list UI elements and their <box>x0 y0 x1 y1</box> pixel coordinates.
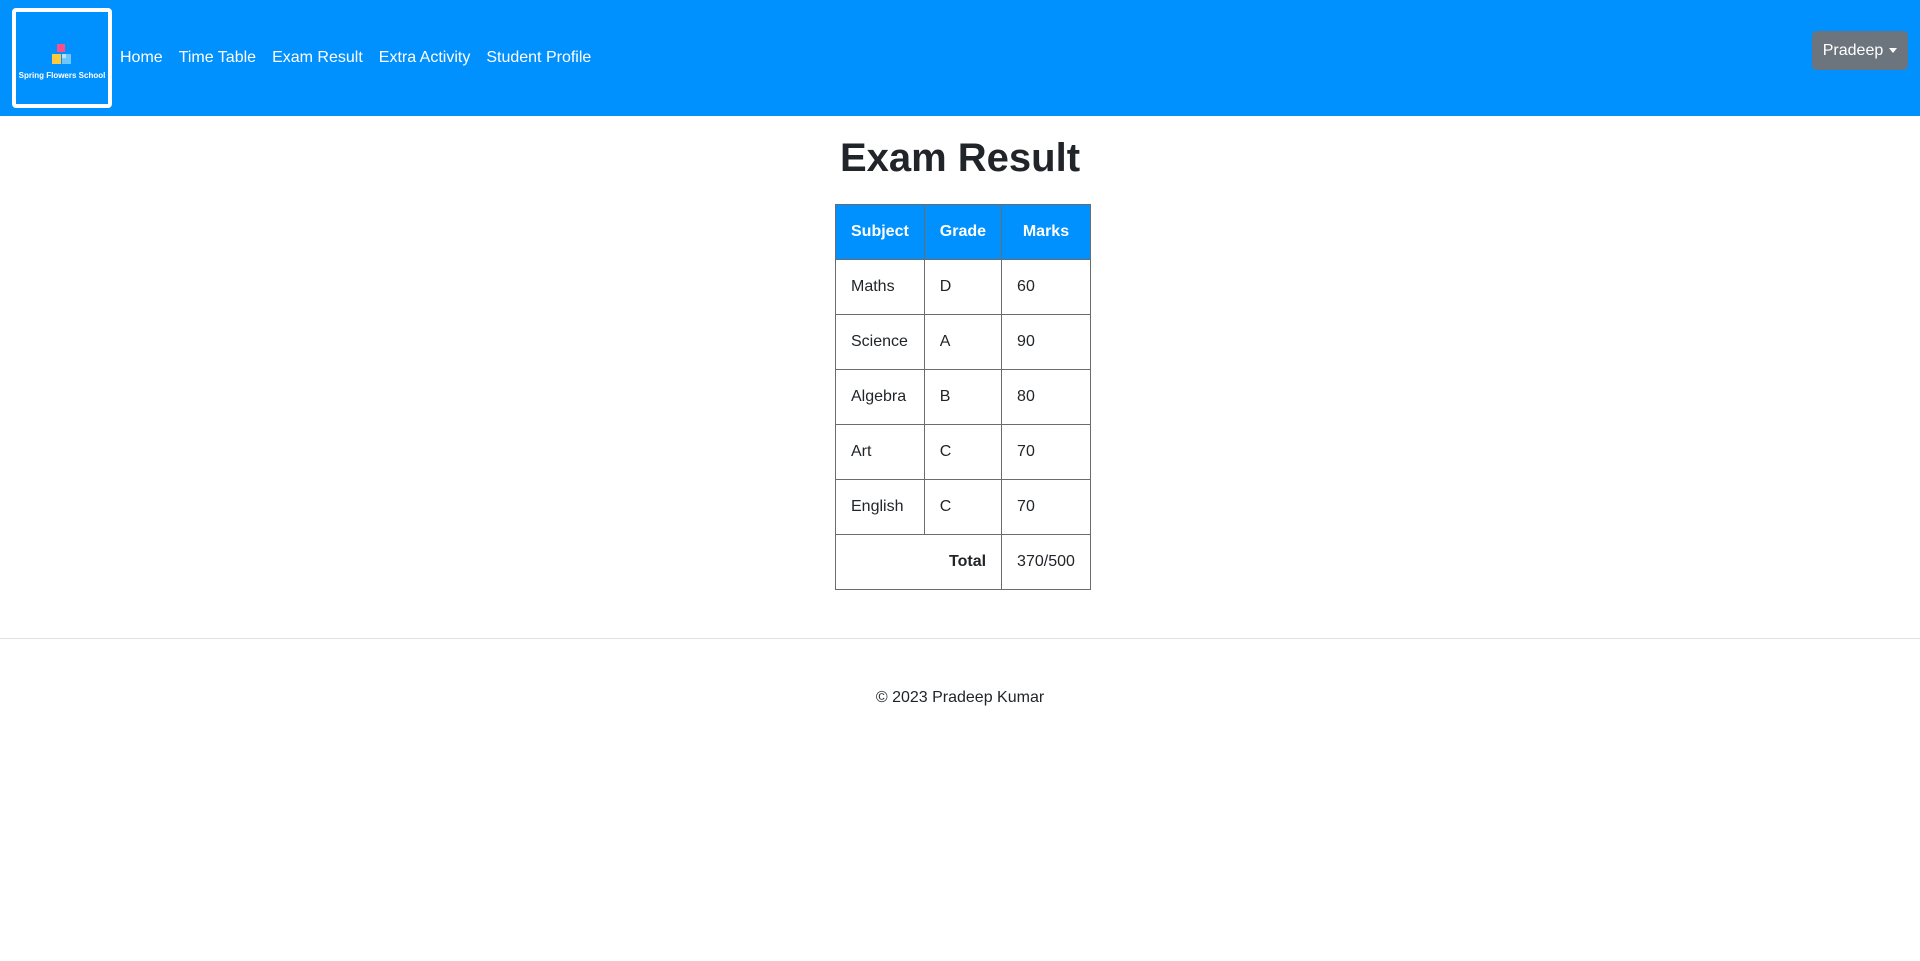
cell-subject: Science <box>835 314 925 370</box>
cell-subject: English <box>835 479 925 535</box>
cell-grade: B <box>923 369 1003 425</box>
blocks-icon <box>52 43 71 64</box>
cell-subject: Algebra <box>835 369 925 425</box>
table-row: English C 70 <box>835 479 1091 535</box>
table-header-row: Subject Grade Marks <box>835 204 1091 260</box>
cell-marks: 80 <box>1001 369 1091 425</box>
cell-grade: A <box>923 314 1003 370</box>
cell-marks: 60 <box>1001 259 1091 315</box>
table-row: Art C 70 <box>835 424 1091 480</box>
cell-marks: 70 <box>1001 479 1091 535</box>
cell-marks: 90 <box>1001 314 1091 370</box>
nav-time-table[interactable]: Time Table <box>171 49 264 67</box>
cell-grade: C <box>923 424 1003 480</box>
cell-grade: D <box>923 259 1003 315</box>
cell-subject: Art <box>835 424 925 480</box>
caret-down-icon <box>1889 48 1898 53</box>
cell-grade: C <box>923 479 1003 535</box>
header-grade: Grade <box>923 204 1003 260</box>
cell-marks: 70 <box>1001 424 1091 480</box>
exam-result-table: Subject Grade Marks Maths D 60 Science A… <box>834 204 1091 590</box>
brand-name: Spring Flowers School <box>18 70 106 80</box>
header-marks: Marks <box>1001 204 1091 260</box>
cell-subject: Maths <box>835 259 925 315</box>
total-label: Total <box>834 534 1003 590</box>
nav-extra-activity[interactable]: Extra Activity <box>371 49 479 67</box>
nav-home[interactable]: Home <box>112 49 171 67</box>
user-name: Pradeep <box>1822 41 1884 59</box>
school-logo[interactable]: Spring Flowers School <box>12 8 112 108</box>
total-value: 370/500 <box>1001 534 1091 590</box>
user-dropdown-button[interactable]: Pradeep <box>1812 31 1908 70</box>
page-title: Exam Result <box>839 136 1081 180</box>
header-subject: Subject <box>835 204 925 260</box>
table-row: Algebra B 80 <box>835 369 1091 425</box>
nav-links: Home Time Table Exam Result Extra Activi… <box>112 0 599 116</box>
total-row: Total 370/500 <box>834 534 1091 590</box>
navbar: Spring Flowers School Home Time Table Ex… <box>0 0 1920 116</box>
table-row: Science A 90 <box>835 314 1091 370</box>
footer-divider <box>0 638 1920 639</box>
footer-copyright: © 2023 Pradeep Kumar <box>875 689 1045 706</box>
nav-student-profile[interactable]: Student Profile <box>478 49 599 67</box>
table-row: Maths D 60 <box>835 259 1091 315</box>
nav-exam-result[interactable]: Exam Result <box>264 49 371 67</box>
